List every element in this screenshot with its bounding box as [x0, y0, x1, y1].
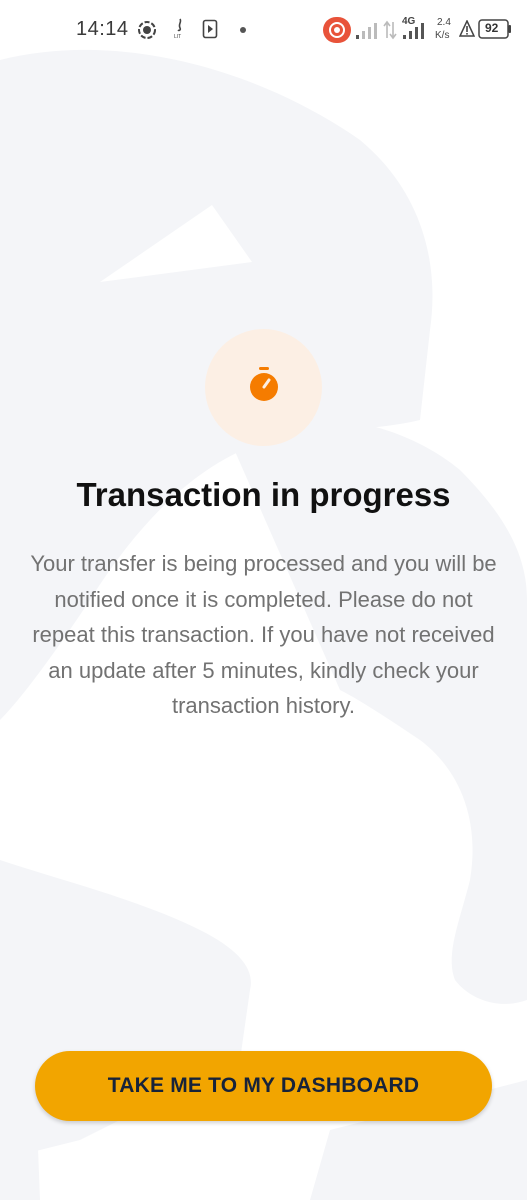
- dashboard-button[interactable]: TAKE ME TO MY DASHBOARD: [35, 1051, 492, 1121]
- screen-record-icon: [138, 21, 156, 39]
- stopwatch-icon: [250, 367, 278, 401]
- lite-app-icon: LIT: [174, 18, 182, 40]
- status-time: 14:14: [76, 18, 129, 40]
- svg-text:LIT: LIT: [174, 34, 181, 40]
- status-bar: 14:14 LIT 4G 2.4 K/s 92: [0, 0, 527, 60]
- alert-icon: [459, 20, 475, 37]
- status-message: Your transfer is being processed and you…: [30, 551, 497, 718]
- signal-2-icon: [403, 23, 424, 39]
- recording-indicator-icon: [323, 17, 351, 43]
- network-speed-value: 2.4: [437, 17, 451, 28]
- media-icon: [202, 19, 218, 39]
- battery-level: 92: [485, 21, 499, 35]
- dot-icon: [240, 27, 246, 33]
- status-icon-circle: [205, 329, 322, 446]
- data-arrows-icon: [383, 20, 397, 40]
- page-title: Transaction in progress: [76, 476, 451, 513]
- signal-1-icon: [356, 23, 377, 39]
- network-speed-unit: K/s: [435, 30, 450, 41]
